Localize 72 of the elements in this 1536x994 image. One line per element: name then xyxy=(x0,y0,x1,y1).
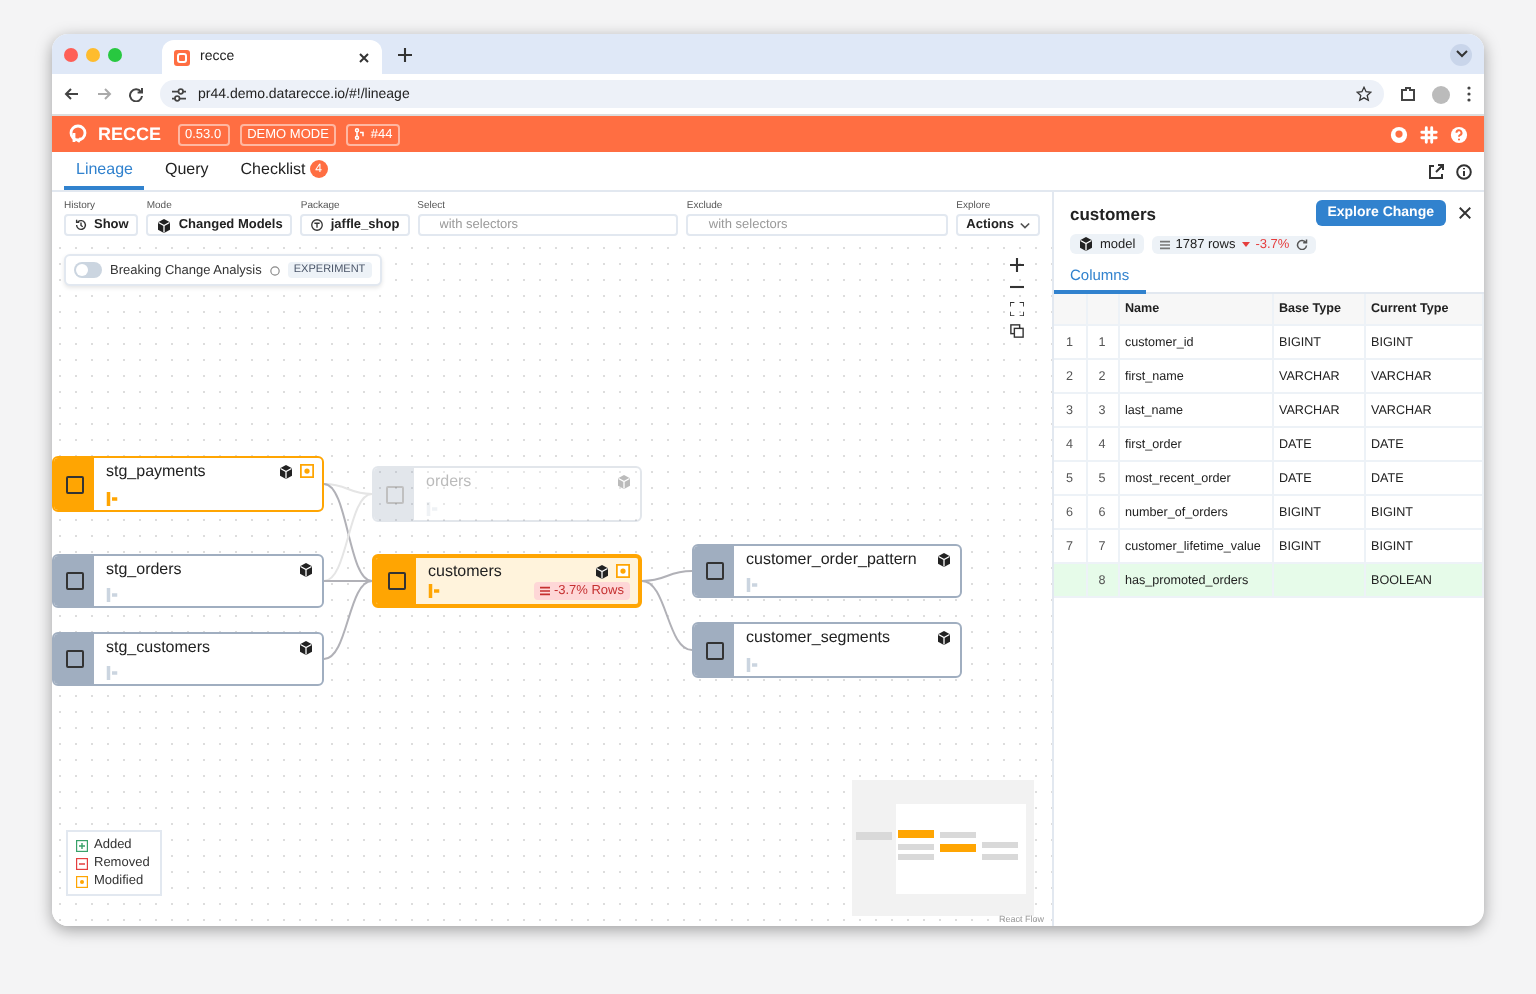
model-node[interactable]: stg_customers xyxy=(52,632,324,686)
cube-icon xyxy=(298,639,314,655)
info-icon xyxy=(269,265,280,275)
nav-tab[interactable]: Query xyxy=(152,152,221,190)
logo-icon xyxy=(68,124,88,144)
cube-icon xyxy=(936,629,952,645)
node-name: orders xyxy=(426,472,474,490)
cube-icon xyxy=(936,551,952,567)
tab-list-button[interactable] xyxy=(1450,43,1472,65)
zoom-in-icon[interactable] xyxy=(1010,258,1024,272)
table-cell xyxy=(1272,563,1364,597)
extensions-icon[interactable] xyxy=(1400,86,1416,102)
fit-view-icon[interactable] xyxy=(1010,302,1024,316)
panel-title: customers xyxy=(1070,203,1158,223)
app-favicon-icon xyxy=(174,49,190,65)
node-name: customer_segments xyxy=(746,628,893,646)
node-name: customers xyxy=(428,562,504,580)
node-name: stg_customers xyxy=(106,638,213,656)
close-icon[interactable] xyxy=(358,51,370,63)
column-lineage-icon xyxy=(106,492,118,506)
copy-icon[interactable] xyxy=(1010,324,1024,338)
column-lineage-icon xyxy=(106,666,118,680)
new-tab-icon[interactable] xyxy=(398,47,412,61)
cube-icon xyxy=(278,463,294,479)
node-checkbox[interactable] xyxy=(65,572,83,590)
node-checkbox[interactable] xyxy=(65,650,83,668)
model-node[interactable]: stg_orders xyxy=(52,554,324,608)
caret-icon xyxy=(1020,221,1031,229)
info-icon[interactable] xyxy=(1456,163,1472,179)
cube-icon xyxy=(1078,236,1094,252)
close-icon[interactable] xyxy=(1458,206,1472,220)
column-lineage-icon xyxy=(106,588,118,602)
node-name: stg_payments xyxy=(106,462,208,480)
nav-tab[interactable]: Lineage xyxy=(64,152,145,190)
more-icon[interactable] xyxy=(1466,86,1472,102)
rows-icon xyxy=(1159,239,1170,249)
site-settings-icon xyxy=(172,87,186,101)
modified-icon xyxy=(300,464,314,478)
node-name: customer_order_pattern xyxy=(746,550,919,568)
column-lineage-icon xyxy=(746,578,758,592)
package-icon xyxy=(310,218,325,232)
model-node[interactable]: customer_segments xyxy=(692,622,962,678)
app-logo: RECCE xyxy=(98,124,162,144)
decrease-icon xyxy=(1241,240,1250,248)
modified-icon xyxy=(616,564,630,578)
node-checkbox[interactable] xyxy=(387,572,405,590)
pull-request-icon xyxy=(354,128,367,140)
cube-icon xyxy=(616,473,632,489)
node-checkbox[interactable] xyxy=(65,475,83,493)
cube-icon xyxy=(156,217,173,233)
column-lineage-icon xyxy=(426,502,438,516)
model-node[interactable]: customer_order_pattern xyxy=(692,544,962,598)
history-icon xyxy=(74,218,88,232)
cube-icon xyxy=(594,563,610,579)
cube-icon xyxy=(298,561,314,577)
node-checkbox[interactable] xyxy=(705,562,723,580)
reload-icon[interactable] xyxy=(128,86,144,102)
node-name: stg_orders xyxy=(106,560,184,578)
help-icon[interactable] xyxy=(1450,125,1468,143)
column-lineage-icon xyxy=(428,584,440,598)
slack-icon[interactable] xyxy=(1420,125,1438,143)
column-lineage-icon xyxy=(746,658,758,672)
refresh-icon[interactable] xyxy=(1295,238,1308,250)
star-icon[interactable] xyxy=(1356,86,1372,102)
rows-icon xyxy=(539,586,550,596)
zoom-out-icon[interactable] xyxy=(1010,280,1024,294)
toggle-switch[interactable] xyxy=(74,262,102,278)
chevron-down-icon xyxy=(1455,50,1467,58)
node-checkbox[interactable] xyxy=(705,641,723,659)
export-icon[interactable] xyxy=(1428,163,1444,179)
back-icon[interactable] xyxy=(64,86,80,102)
model-node[interactable]: stg_payments xyxy=(52,456,324,512)
